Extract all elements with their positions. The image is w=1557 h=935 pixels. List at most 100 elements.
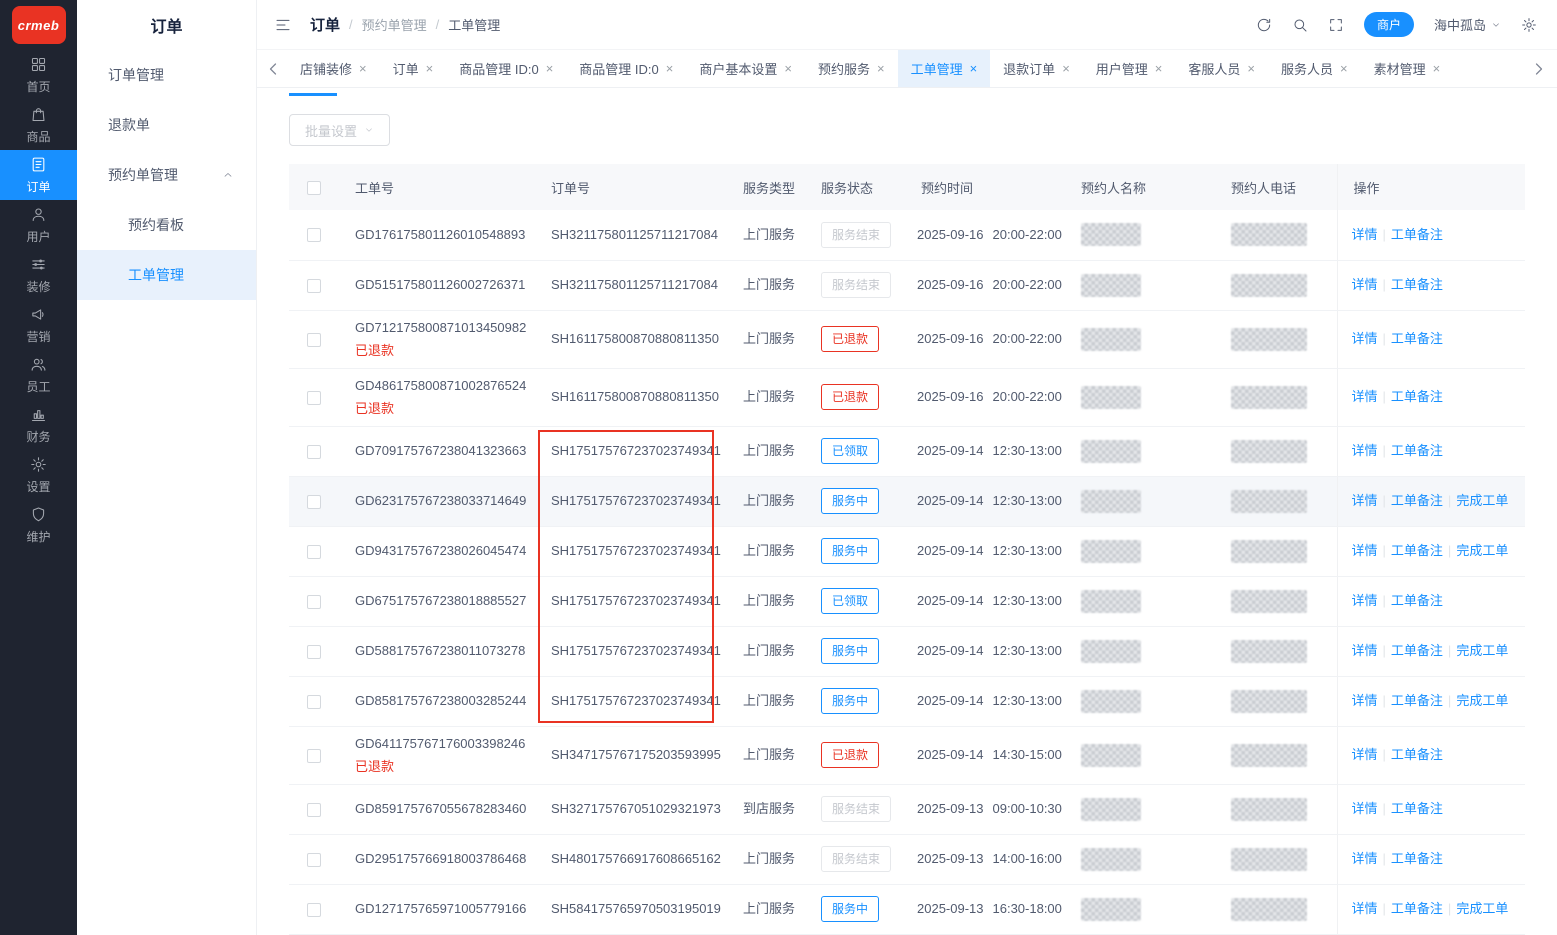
batch-settings-button[interactable]: 批量设置: [289, 114, 391, 146]
submenu-item[interactable]: 预约单管理: [77, 150, 256, 200]
tab-item[interactable]: 退款订单 ×: [990, 50, 1083, 87]
work-order-note-link[interactable]: 工单备注: [1391, 389, 1443, 404]
work-order-note-link[interactable]: 工单备注: [1391, 901, 1443, 916]
detail-link[interactable]: 详情: [1352, 331, 1378, 346]
fullscreen-icon[interactable]: [1328, 17, 1344, 33]
user-menu[interactable]: 海中孤岛: [1434, 15, 1501, 34]
work-order-note-link[interactable]: 工单备注: [1391, 593, 1443, 608]
row-checkbox[interactable]: [307, 694, 321, 709]
row-checkbox[interactable]: [307, 594, 321, 609]
row-checkbox[interactable]: [307, 902, 321, 917]
sidebar-item[interactable]: 维护: [0, 500, 77, 550]
menu-toggle-icon[interactable]: [274, 17, 292, 33]
close-icon[interactable]: ×: [1433, 61, 1441, 76]
sidebar-item[interactable]: 订单: [0, 150, 77, 200]
work-order-note-link[interactable]: 工单备注: [1391, 331, 1443, 346]
refresh-icon[interactable]: [1256, 17, 1272, 33]
tab-item[interactable]: 客服人员 ×: [1175, 50, 1268, 87]
tab-item[interactable]: 店铺装修 ×: [287, 50, 380, 87]
row-checkbox[interactable]: [307, 748, 321, 763]
row-checkbox[interactable]: [307, 802, 321, 817]
close-icon[interactable]: ×: [666, 61, 674, 76]
sidebar-item[interactable]: 首页: [0, 50, 77, 100]
tab-item[interactable]: 素材管理 ×: [1361, 50, 1454, 87]
settings-icon[interactable]: [1521, 17, 1537, 33]
close-icon[interactable]: ×: [359, 61, 367, 76]
tab-item[interactable]: 预约服务 ×: [805, 50, 898, 87]
detail-link[interactable]: 详情: [1352, 277, 1378, 292]
close-icon[interactable]: ×: [877, 61, 885, 76]
row-checkbox[interactable]: [307, 278, 321, 293]
work-order-note-link[interactable]: 工单备注: [1391, 493, 1443, 508]
work-order-note-link[interactable]: 工单备注: [1391, 443, 1443, 458]
tab-item[interactable]: 订单 ×: [380, 50, 447, 87]
row-checkbox[interactable]: [307, 852, 321, 867]
row-checkbox[interactable]: [307, 494, 321, 509]
complete-work-order-link[interactable]: 完成工单: [1456, 543, 1508, 558]
tab-item[interactable]: 商品管理 ID:0 ×: [566, 50, 686, 87]
breadcrumb-item[interactable]: 预约单管理: [362, 15, 427, 34]
submenu-item[interactable]: 订单管理: [77, 50, 256, 100]
complete-work-order-link[interactable]: 完成工单: [1456, 493, 1508, 508]
sidebar-item[interactable]: 设置: [0, 450, 77, 500]
tab-item[interactable]: 用户管理 ×: [1083, 50, 1176, 87]
close-icon[interactable]: ×: [1247, 61, 1255, 76]
close-icon[interactable]: ×: [546, 61, 554, 76]
chevron-right-icon[interactable]: [1529, 59, 1549, 79]
close-icon[interactable]: ×: [1340, 61, 1348, 76]
work-order-note-link[interactable]: 工单备注: [1391, 543, 1443, 558]
close-icon[interactable]: ×: [1062, 61, 1070, 76]
work-order-note-link[interactable]: 工单备注: [1391, 693, 1443, 708]
work-order-note-link[interactable]: 工单备注: [1391, 277, 1443, 292]
detail-link[interactable]: 详情: [1352, 643, 1378, 658]
sidebar-item[interactable]: 财务: [0, 400, 77, 450]
sidebar-item[interactable]: 用户: [0, 200, 77, 250]
complete-work-order-link[interactable]: 完成工单: [1456, 693, 1508, 708]
sidebar-item[interactable]: 装修: [0, 250, 77, 300]
close-icon[interactable]: ×: [1155, 61, 1163, 76]
detail-link[interactable]: 详情: [1352, 543, 1378, 558]
chevron-left-icon[interactable]: [263, 59, 283, 79]
search-icon[interactable]: [1292, 17, 1308, 33]
tab-item[interactable]: 工单管理 ×: [897, 50, 991, 87]
close-icon[interactable]: ×: [426, 61, 434, 76]
detail-link[interactable]: 详情: [1352, 493, 1378, 508]
sidebar-item[interactable]: 营销: [0, 300, 77, 350]
work-order-note-link[interactable]: 工单备注: [1391, 851, 1443, 866]
row-checkbox[interactable]: [307, 544, 321, 559]
detail-link[interactable]: 详情: [1352, 693, 1378, 708]
submenu-item[interactable]: 预约看板: [77, 200, 256, 250]
detail-link[interactable]: 详情: [1352, 443, 1378, 458]
work-order-note-link[interactable]: 工单备注: [1391, 801, 1443, 816]
row-checkbox[interactable]: [307, 444, 321, 459]
detail-link[interactable]: 详情: [1352, 227, 1378, 242]
work-order-note-link[interactable]: 工单备注: [1391, 643, 1443, 658]
detail-link[interactable]: 详情: [1352, 389, 1378, 404]
detail-link[interactable]: 详情: [1352, 901, 1378, 916]
close-icon[interactable]: ×: [784, 61, 792, 76]
detail-link[interactable]: 详情: [1352, 593, 1378, 608]
sidebar-item[interactable]: 商品: [0, 100, 77, 150]
submenu-item[interactable]: 退款单: [77, 100, 256, 150]
breadcrumb-item[interactable]: 订单: [310, 14, 340, 35]
row-checkbox[interactable]: [307, 228, 321, 243]
detail-link[interactable]: 详情: [1352, 747, 1378, 762]
breadcrumb-item[interactable]: 工单管理: [448, 15, 500, 34]
close-icon[interactable]: ×: [970, 61, 978, 76]
detail-link[interactable]: 详情: [1352, 851, 1378, 866]
submenu-item[interactable]: 工单管理: [77, 250, 256, 300]
tab-item[interactable]: 服务人员 ×: [1268, 50, 1361, 87]
tab-item[interactable]: 商品管理 ID:0 ×: [446, 50, 566, 87]
tab-item[interactable]: 商户基本设置 ×: [686, 50, 805, 87]
select-all-checkbox[interactable]: [307, 180, 321, 195]
row-checkbox[interactable]: [307, 644, 321, 659]
merchant-badge[interactable]: 商户: [1363, 12, 1414, 37]
row-checkbox[interactable]: [307, 332, 321, 347]
row-checkbox[interactable]: [307, 390, 321, 405]
work-order-note-link[interactable]: 工单备注: [1391, 227, 1443, 242]
detail-link[interactable]: 详情: [1352, 801, 1378, 816]
work-order-note-link[interactable]: 工单备注: [1391, 747, 1443, 762]
sidebar-item[interactable]: 员工: [0, 350, 77, 400]
complete-work-order-link[interactable]: 完成工单: [1456, 901, 1508, 916]
complete-work-order-link[interactable]: 完成工单: [1456, 643, 1508, 658]
